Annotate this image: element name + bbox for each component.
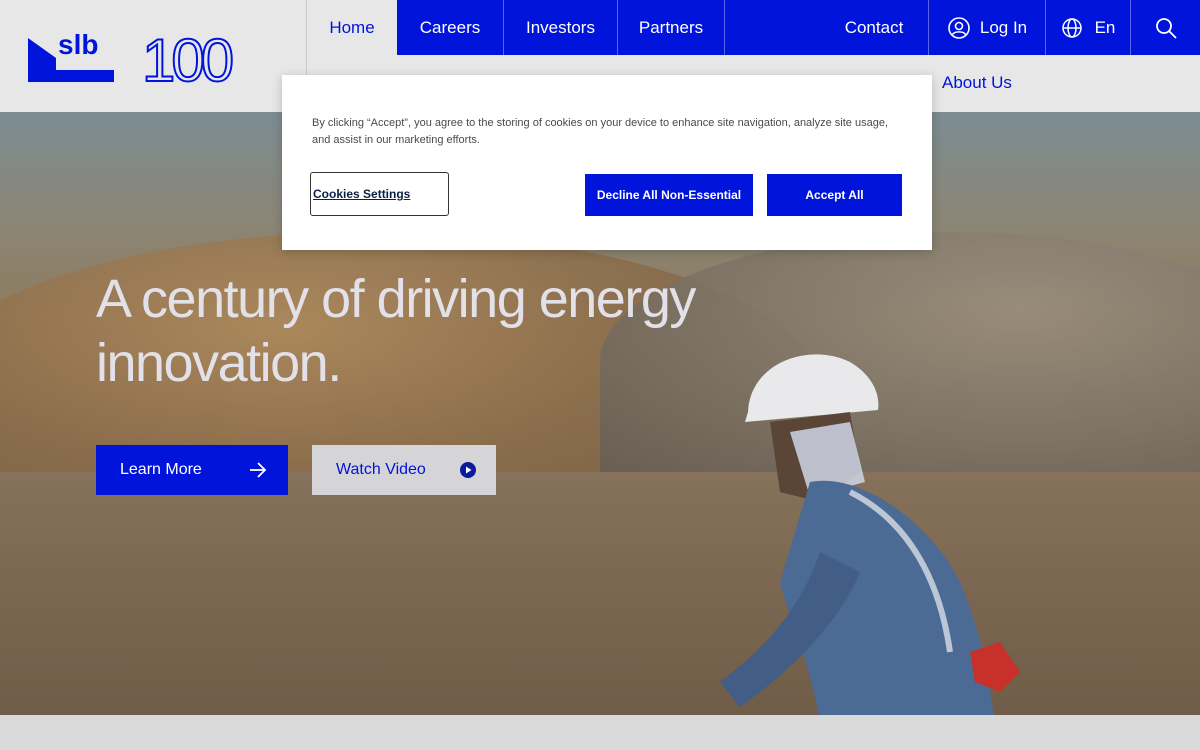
nav-separator: [724, 0, 725, 55]
logo-area[interactable]: slb 100: [0, 0, 306, 112]
nav-language-label: En: [1094, 17, 1116, 37]
search-icon: [1155, 17, 1177, 39]
nav-login[interactable]: Log In: [929, 0, 1045, 55]
nav-partners[interactable]: Partners: [618, 0, 724, 55]
nav-careers-label: Careers: [419, 17, 481, 37]
nav-careers[interactable]: Careers: [397, 0, 503, 55]
nav-home[interactable]: Home: [307, 0, 397, 55]
slb-100-logo: slb 100: [28, 26, 238, 88]
cookie-consent-dialog: By clicking “Accept”, you agree to the s…: [282, 75, 932, 250]
cookies-settings-button[interactable]: Cookies Settings: [310, 172, 449, 216]
nav-home-label: Home: [329, 17, 375, 37]
decline-all-button[interactable]: Decline All Non-Essential: [585, 174, 753, 216]
below-hero-strip: [0, 715, 1200, 750]
nav-partners-label: Partners: [638, 17, 704, 37]
nav-investors[interactable]: Investors: [504, 0, 617, 55]
watch-video-label: Watch Video: [336, 461, 426, 478]
anniversary-100: 100: [142, 27, 233, 88]
about-us-link[interactable]: About Us: [942, 73, 1012, 93]
hero-headline: A century of driving energy innovation.: [96, 269, 696, 393]
learn-more-label: Learn More: [120, 461, 202, 478]
search-button[interactable]: [1131, 0, 1200, 55]
nav-investors-label: Investors: [526, 17, 595, 37]
accept-all-button[interactable]: Accept All: [767, 174, 902, 216]
watch-video-button[interactable]: Watch Video: [312, 445, 496, 495]
cookie-consent-text: By clicking “Accept”, you agree to the s…: [312, 117, 888, 146]
nav-contact-label: Contact: [844, 17, 904, 37]
user-circle-icon: [948, 16, 970, 39]
slb-wordmark: slb: [58, 29, 98, 60]
nav-language[interactable]: En: [1046, 0, 1130, 55]
nav-login-label: Log In: [979, 17, 1028, 37]
globe-icon: [1061, 17, 1082, 38]
learn-more-button[interactable]: Learn More: [96, 445, 288, 495]
play-circle-icon: [460, 462, 476, 478]
arrow-right-icon: [250, 462, 267, 478]
nav-contact[interactable]: Contact: [820, 0, 928, 55]
